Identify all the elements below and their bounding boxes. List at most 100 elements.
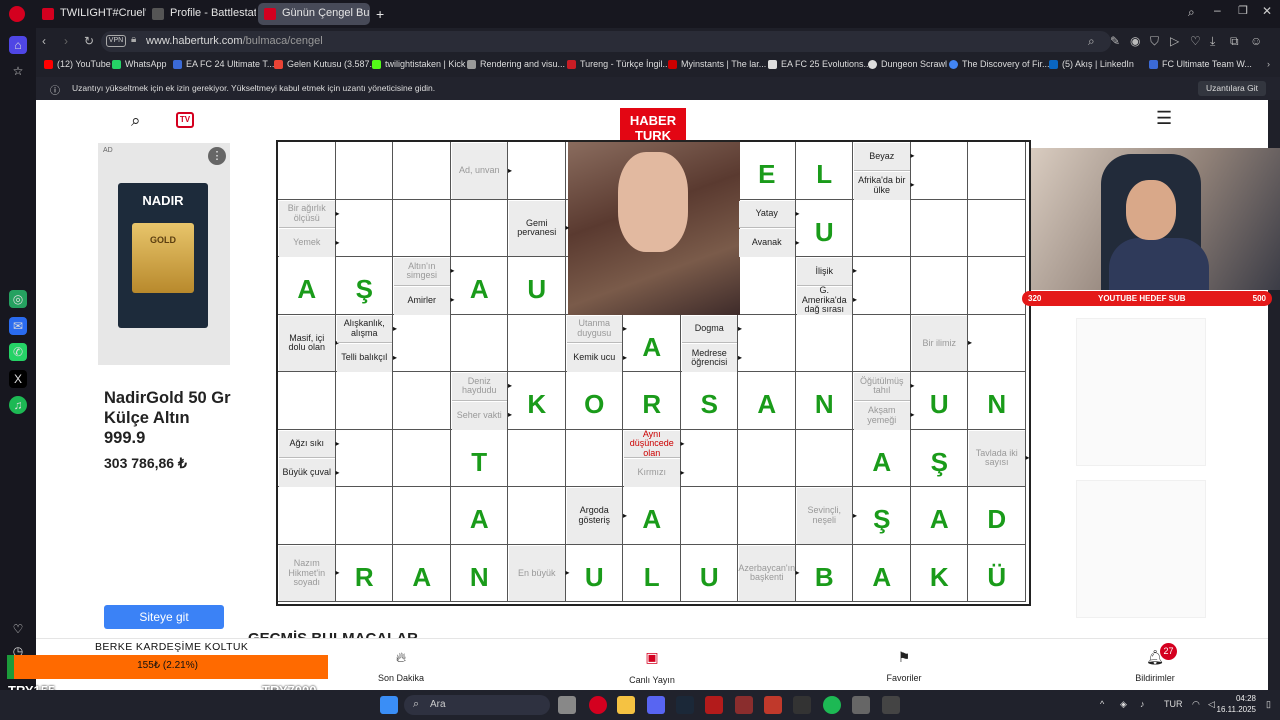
bookmarks-more-icon[interactable]: ›	[1254, 59, 1270, 69]
tray-chevron-icon[interactable]: ^	[1100, 699, 1104, 709]
grid-cell[interactable]	[680, 487, 738, 545]
answer-letter[interactable]: N	[451, 545, 509, 603]
answer-letter[interactable]: U	[911, 372, 969, 430]
grid-cell[interactable]	[393, 372, 451, 430]
grid-cell[interactable]	[738, 257, 796, 315]
bookmark-eafc24[interactable]: EA FC 24 Ultimate T...	[173, 59, 274, 69]
search-icon[interactable]: ⌕	[131, 111, 141, 131]
task-view-icon[interactable]	[558, 696, 576, 714]
grid-cell[interactable]	[910, 142, 968, 200]
grid-cell[interactable]	[335, 487, 393, 545]
back-icon[interactable]: ‹	[42, 34, 46, 48]
grid-cell[interactable]	[795, 314, 853, 372]
search-icon[interactable]: ⌕	[1088, 34, 1095, 49]
answer-letter[interactable]: L	[623, 545, 681, 603]
file-explorer-icon[interactable]	[617, 696, 635, 714]
grid-cell[interactable]	[910, 257, 968, 315]
bookmark-dungeon-scrawl[interactable]: Dungeon Scrawl	[868, 59, 947, 69]
answer-letter[interactable]: R	[336, 545, 394, 603]
answer-letter[interactable]: A	[278, 257, 336, 315]
minimize-icon[interactable]: –	[1214, 3, 1221, 17]
new-tab-button[interactable]: +	[372, 3, 392, 25]
grid-cell[interactable]	[278, 487, 336, 545]
clock[interactable]: 04:28 16.11.2025	[1217, 693, 1256, 715]
go-to-extensions-button[interactable]: Uzantılara Git	[1198, 81, 1266, 96]
grid-cell[interactable]	[335, 199, 393, 257]
answer-letter[interactable]: Ş	[336, 257, 394, 315]
grid-cell[interactable]	[968, 257, 1026, 315]
grid-cell[interactable]	[508, 429, 566, 487]
home-icon[interactable]: ⌂	[9, 36, 27, 54]
answer-letter[interactable]: A	[853, 430, 911, 488]
app-icon[interactable]	[882, 696, 900, 714]
grid-cell[interactable]	[508, 314, 566, 372]
star-icon[interactable]: ☆	[9, 62, 27, 80]
grid-cell[interactable]	[450, 314, 508, 372]
camera-icon[interactable]: ◉	[1130, 34, 1140, 48]
bookmark-gmail[interactable]: Gelen Kutusu (3.587...	[274, 59, 377, 69]
grid-cell[interactable]	[278, 372, 336, 430]
nav-son-dakika[interactable]: 🔥︎ Son Dakika	[361, 639, 441, 690]
bookmark-whatsapp[interactable]: WhatsApp	[112, 59, 167, 69]
spotify-icon[interactable]: ♫	[9, 396, 27, 414]
answer-letter[interactable]: A	[623, 487, 681, 545]
grid-cell[interactable]	[393, 142, 451, 200]
ad-title[interactable]: NadirGold 50 Gr Külçe Altın 999.9	[104, 388, 234, 448]
grid-cell[interactable]	[853, 199, 911, 257]
grid-cell[interactable]	[393, 429, 451, 487]
answer-letter[interactable]: Ş	[911, 430, 969, 488]
vpn-badge[interactable]: VPN	[106, 35, 126, 47]
bookmark-fc-ultimate[interactable]: FC Ultimate Team W...	[1149, 59, 1252, 69]
answer-letter[interactable]: A	[451, 487, 509, 545]
url-field[interactable]: VPN 🔒︎ www.haberturk.com/bulmaca/cengel	[101, 31, 1111, 52]
messenger-icon[interactable]: ✉	[9, 317, 27, 335]
grid-cell[interactable]	[738, 429, 796, 487]
windows-start-icon[interactable]	[380, 696, 398, 714]
grid-cell[interactable]	[278, 142, 336, 200]
shield-icon[interactable]: ⛉	[1150, 34, 1159, 49]
answer-letter[interactable]: U	[681, 545, 739, 603]
maximize-icon[interactable]: ❐	[1238, 4, 1248, 17]
visit-site-button[interactable]: Siteye git	[104, 605, 224, 629]
grid-cell[interactable]	[393, 314, 451, 372]
answer-letter[interactable]: R	[623, 372, 681, 430]
grid-cell[interactable]	[393, 487, 451, 545]
discord-icon[interactable]	[647, 696, 665, 714]
answer-letter[interactable]: Ş	[853, 487, 911, 545]
settings-icon[interactable]	[852, 696, 870, 714]
tab-battlestate[interactable]: Profile - Battlestate Games	[146, 3, 256, 25]
grid-cell[interactable]	[968, 314, 1026, 372]
mic-icon[interactable]: ♪	[1140, 699, 1145, 709]
network-icon[interactable]: ◈	[1120, 699, 1127, 710]
steam-icon[interactable]	[676, 696, 694, 714]
taskbar-search[interactable]: ⌕ Ara	[404, 695, 550, 715]
whatsapp-icon[interactable]: ✆	[9, 343, 27, 361]
bookmark-linkedin[interactable]: (5) Akış | LinkedIn	[1049, 59, 1134, 69]
nav-bildirimler[interactable]: 🔔︎ 27 Bildirimler	[1115, 639, 1195, 690]
answer-letter[interactable]: U	[566, 545, 624, 603]
answer-letter[interactable]: A	[623, 315, 681, 373]
menu-icon[interactable]: ☰	[1156, 108, 1172, 129]
puzzle-icon[interactable]: ⧉	[1230, 34, 1239, 49]
grid-cell[interactable]	[508, 487, 566, 545]
download-icon[interactable]: ⤓	[1210, 34, 1215, 49]
answer-letter[interactable]: A	[738, 372, 796, 430]
grid-cell[interactable]	[910, 199, 968, 257]
grid-cell[interactable]	[853, 257, 911, 315]
answer-letter[interactable]: A	[853, 545, 911, 603]
answer-letter[interactable]: E	[738, 142, 796, 200]
app-icon[interactable]	[735, 696, 753, 714]
bookmark-myinstants[interactable]: Myinstants | The lar...	[668, 59, 766, 69]
answer-letter[interactable]: B	[796, 545, 854, 603]
answer-letter[interactable]: L	[796, 142, 854, 200]
grid-cell[interactable]	[795, 429, 853, 487]
language-indicator[interactable]: TUR	[1164, 699, 1183, 709]
bookmark-tureng[interactable]: Tureng - Türkçe İngil...	[567, 59, 670, 69]
app-icon[interactable]	[764, 696, 782, 714]
opera-icon[interactable]	[589, 696, 607, 714]
grid-cell[interactable]	[738, 487, 796, 545]
ad-banner[interactable]: AD ⋮ NADIR GOLD	[98, 143, 230, 365]
grid-cell[interactable]	[738, 314, 796, 372]
heart-icon[interactable]: ♡	[9, 620, 27, 638]
notifications-icon[interactable]: ▯	[1266, 699, 1271, 710]
